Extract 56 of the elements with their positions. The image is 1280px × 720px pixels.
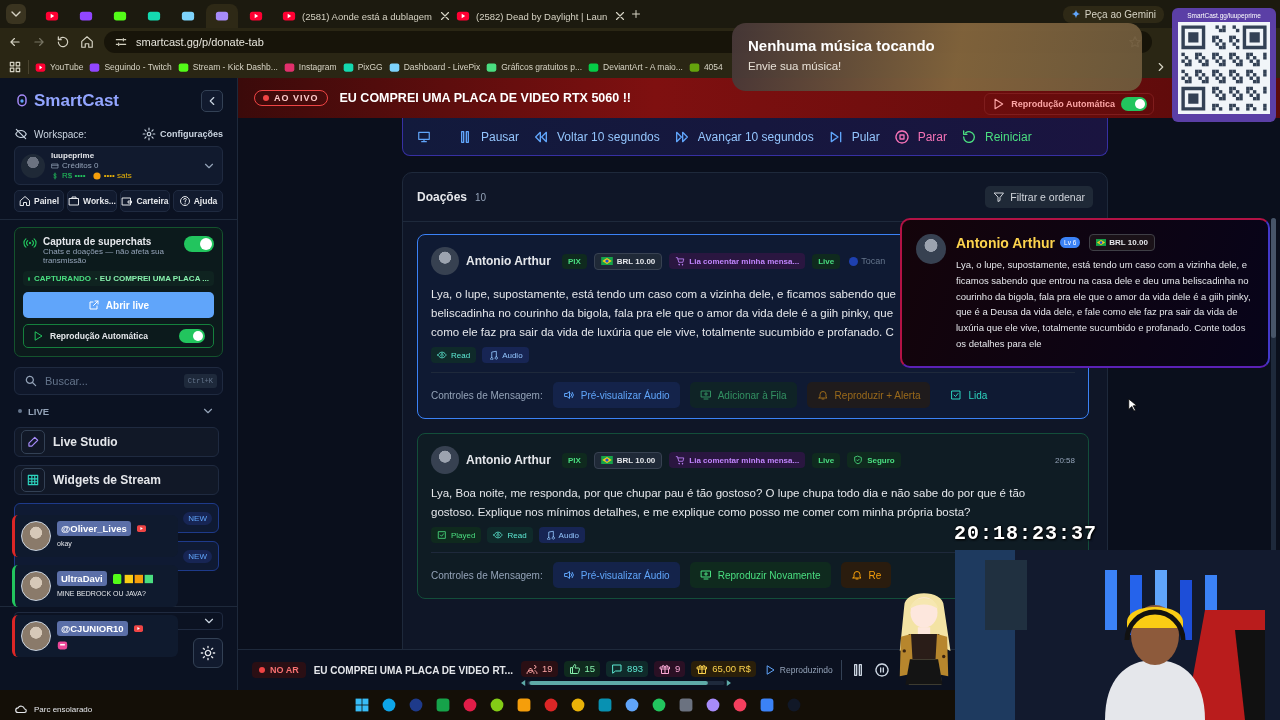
status-tag: Audio — [538, 527, 586, 543]
chat-username: @CJUNIOR10 — [57, 621, 128, 636]
toast-subtitle: Envie sua música! — [748, 60, 842, 72]
status-tag: Tocan — [849, 256, 886, 266]
panel-title: Doações — [417, 190, 468, 204]
tts-badge: Lia comentar minha mensa... — [669, 253, 806, 269]
stat-badge: 65,00 R$ — [691, 660, 756, 677]
toast-title: Nenhuma música tocando — [748, 37, 935, 54]
live-tag: Live — [812, 253, 841, 269]
capture-detail: · EU COMPREI UMA PLACA ... — [94, 274, 209, 283]
stat-badge: 893 — [606, 660, 648, 677]
account-name: luupeprime — [51, 151, 96, 160]
controls-label: Controles de Mensagem: — [431, 569, 543, 581]
brand-name: SmartCast — [34, 91, 120, 111]
new-badge: NEW — [183, 549, 212, 563]
donation-count: 10 — [475, 191, 487, 203]
chat-username: UltraDavi — [57, 571, 107, 586]
tts-badge: Lia comentar minha mensa... — [669, 452, 806, 468]
stream-title: EU COMPREI UMA PLACA DE VIDEO RT... — [313, 664, 513, 676]
amount-badge: BRL 10.00 — [1089, 234, 1155, 251]
capture-status: CAPTURANDO — [34, 274, 91, 283]
payment-badge: PIX — [561, 253, 587, 269]
capture-subtitle: Chats e doações — não afeta sua transmissão — [43, 247, 165, 265]
playback-status: Reproduzindo — [763, 664, 833, 676]
status-tag: Read — [487, 527, 533, 543]
clock: 20:18:23:37 — [954, 522, 1098, 545]
stat-badge: 19 — [520, 660, 558, 677]
amount-badge: BRL 10.00 — [593, 252, 663, 270]
status-tag: Played — [431, 527, 482, 543]
stat-badge: 9 — [653, 660, 686, 677]
balance-text: R$ •••• — [62, 171, 86, 180]
live-tag: Live — [812, 452, 841, 468]
status-tag: Audio — [482, 347, 529, 363]
donor-name: Antonio Arthur — [956, 234, 1055, 251]
sats-text: •••• sats — [103, 171, 132, 180]
donation-time: 20:58 — [1054, 455, 1075, 465]
stat-badge: 15 — [563, 660, 601, 677]
autoplay-label: Reprodução Automática — [50, 331, 148, 341]
credits-text: Créditos 0 — [62, 161, 99, 170]
capture-title: Captura de superchats — [43, 236, 153, 247]
donation-message: Lya, Boa noite, me responda, por que chupar pau é tão gostoso? O lupe chupa todo dia e não sabe do por que é tão gostoso. Explique nos mínimos detalhes, e me explique como posso me comer com minha própria bosta? — [431, 486, 1026, 520]
amount-badge: BRL 10.00 — [593, 451, 663, 469]
donor-name: Antonio Arthur — [466, 254, 551, 268]
offline-badge: NO AR — [252, 662, 306, 678]
payment-badge: PIX — [561, 452, 587, 468]
weather-text: Parc ensolarado — [34, 704, 93, 714]
new-badge: NEW — [183, 511, 212, 525]
status-tag: Read — [431, 347, 477, 363]
alert-message: Lya, o lupe, supostamente, está tendo um caso com a vizinha dele, e ficamos sabendo que entrou na casa dele e deu uma beliscadinha no courinho da bigola, fala pra ele que o amor da vida dele é a giih pinky, que é a Deusa da vida dele, e fale como ele faz pra sair da vida de luxúria que ele vive, totalmente sucumbido e profanado. Conte todos os detalhes para ele — [956, 258, 1252, 351]
controls-label: Controles de Mensagem: — [431, 389, 543, 401]
status-tag: Seguro — [847, 452, 901, 468]
workspace-label: Workspace: — [34, 128, 87, 140]
stream-title: EU COMPREI UMA PLACA DE VIDEO RTX 5060 !! — [339, 91, 631, 105]
chat-username: @Oliver_Lives — [57, 521, 131, 536]
donor-name: Antonio Arthur — [466, 453, 551, 467]
donation-message: Lya, o lupe, supostamente, está tendo um caso com a vizinha dele, e ficamos sabendo que beliscadinha no courinho da bigola, fala pra ele que o amor da vida dele é a giih pinky, que como ele faz pra sair da vida de luxúria que ele vive, totalmente sucumbido e profanado. C — [431, 287, 896, 340]
